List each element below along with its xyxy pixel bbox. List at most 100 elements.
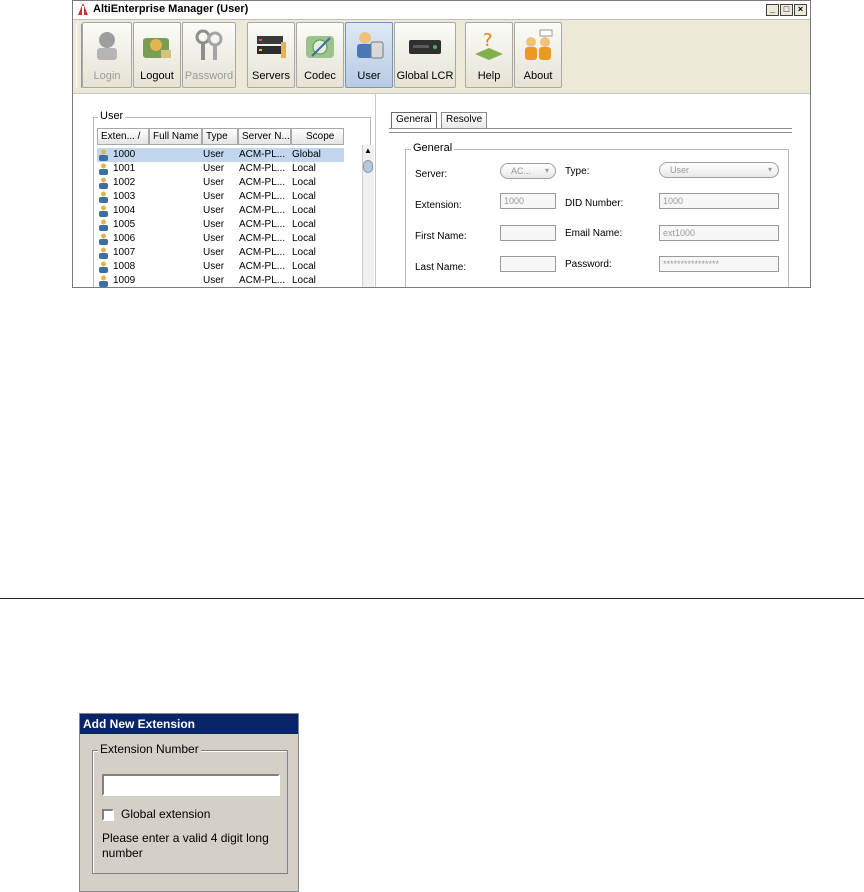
user-icon [99,247,108,259]
cell-type: User [203,219,225,230]
cell-extension: 1001 [113,163,136,174]
cell-extension: 1006 [113,233,136,244]
user-icon [99,163,108,175]
cell-scope: Local [292,233,316,244]
main-window: AltiEnterprise Manager (User) _ □ × Logi… [72,0,811,288]
app-logo-icon [78,3,88,15]
cell-type: User [203,233,225,244]
codec-button[interactable]: Codec [296,22,344,88]
cell-type: User [203,191,225,202]
table-row[interactable]: 1001 User ACM-PL... Local [97,162,344,176]
help-button[interactable]: ? Help [465,22,513,88]
password-button[interactable]: Password [182,22,236,88]
chevron-down-icon: ▾ [767,165,772,174]
table-row[interactable]: 1009 User ACM-PL... Local [97,274,344,287]
user-icon [99,219,108,231]
user-icon [99,275,108,287]
general-group-title: General [411,142,455,154]
server-label: Server: [415,169,448,180]
cell-server-name: ACM-PL... [239,219,286,230]
cell-scope: Local [292,275,316,286]
user-list-scrollbar[interactable]: ▲ [362,145,374,287]
first-name-field[interactable] [500,225,556,241]
user-icon [99,233,108,245]
cell-server-name: ACM-PL... [239,205,286,216]
table-row[interactable]: 1008 User ACM-PL... Local [97,260,344,274]
column-full-name[interactable]: Full Name [149,128,202,145]
split-pane-divider[interactable] [375,94,376,287]
cell-server-name: ACM-PL... [239,149,286,160]
table-row[interactable]: 1004 User ACM-PL... Local [97,204,344,218]
last-name-field[interactable] [500,256,556,272]
maximize-button[interactable]: □ [780,4,793,16]
tab-general[interactable]: General [391,112,437,128]
cell-extension: 1000 [113,149,136,160]
type-select-value: User [670,165,690,175]
global-extension-checkbox[interactable] [102,809,114,821]
window-title: AltiEnterprise Manager (User) [93,3,249,15]
column-type[interactable]: Type [202,128,238,145]
email-name-field[interactable]: ext1000 [659,225,779,241]
tab-resolve[interactable]: Resolve [441,112,488,128]
cell-extension: 1003 [113,191,136,202]
dialog-title[interactable]: Add New Extension [80,714,298,734]
close-button[interactable]: × [794,4,807,16]
cell-type: User [203,275,225,286]
user-icon [99,177,108,189]
login-button[interactable]: Login [82,22,132,88]
cell-server-name: ACM-PL... [239,261,286,272]
cell-extension: 1007 [113,247,136,258]
table-row[interactable]: 1007 User ACM-PL... Local [97,246,344,260]
about-label: About [523,70,553,82]
section-separator [0,598,864,599]
about-people-icon [525,29,553,60]
cell-type: User [203,149,225,160]
table-row[interactable]: 1005 User ACM-PL... Local [97,218,344,232]
did-number-label: DID Number: [565,198,624,209]
cell-extension: 1004 [113,205,136,216]
extension-label: Extension: [415,200,462,211]
user-button[interactable]: User [345,22,393,88]
cell-scope: Local [292,163,316,174]
password-field[interactable]: **************** [659,256,779,272]
table-row[interactable]: 1006 User ACM-PL... Local [97,232,344,246]
did-number-field[interactable]: 1000 [659,193,779,209]
scrollbar-thumb[interactable] [363,160,373,173]
toolbar: Login Logout Password Servers Codec User… [73,20,810,92]
cell-scope: Local [292,247,316,258]
cell-extension: 1009 [113,275,136,286]
table-row[interactable]: 1000 User ACM-PL... Global [97,148,344,162]
user-label: User [357,70,381,82]
column-extension[interactable]: Exten... / [97,128,149,145]
codec-icon [306,36,334,58]
logout-icon [143,38,171,58]
password-field-label: Password: [565,259,612,270]
global-extension-label[interactable]: Global extension [121,807,210,821]
server-select[interactable]: AC... ▾ [500,163,556,179]
column-scope[interactable]: Scope [291,128,344,145]
cell-server-name: ACM-PL... [239,177,286,188]
first-name-label: First Name: [415,231,467,242]
column-server-name[interactable]: Server N... [238,128,291,145]
extension-number-group-title: Extension Number [98,742,201,756]
global-lcr-button[interactable]: Global LCR [394,22,456,88]
servers-button[interactable]: Servers [247,22,295,88]
cell-type: User [203,261,225,272]
title-bar[interactable]: AltiEnterprise Manager (User) _ □ × [73,1,810,20]
logout-button[interactable]: Logout [133,22,181,88]
help-label: Help [477,70,501,82]
table-row[interactable]: 1002 User ACM-PL... Local [97,176,344,190]
cell-extension: 1008 [113,261,136,272]
user-icon [99,261,108,273]
type-select[interactable]: User ▾ [659,162,779,178]
login-label: Login [93,70,121,82]
server-select-value: AC... [511,166,532,176]
about-button[interactable]: About [514,22,562,88]
content-area: User Exten... / Full Name Type Server N.… [73,93,810,287]
scroll-up-icon[interactable]: ▲ [364,147,372,155]
extension-number-input[interactable] [102,774,280,796]
minimize-button[interactable]: _ [766,4,779,16]
chevron-down-icon: ▾ [544,166,549,175]
extension-field[interactable]: 1000 [500,193,556,209]
table-row[interactable]: 1003 User ACM-PL... Local [97,190,344,204]
